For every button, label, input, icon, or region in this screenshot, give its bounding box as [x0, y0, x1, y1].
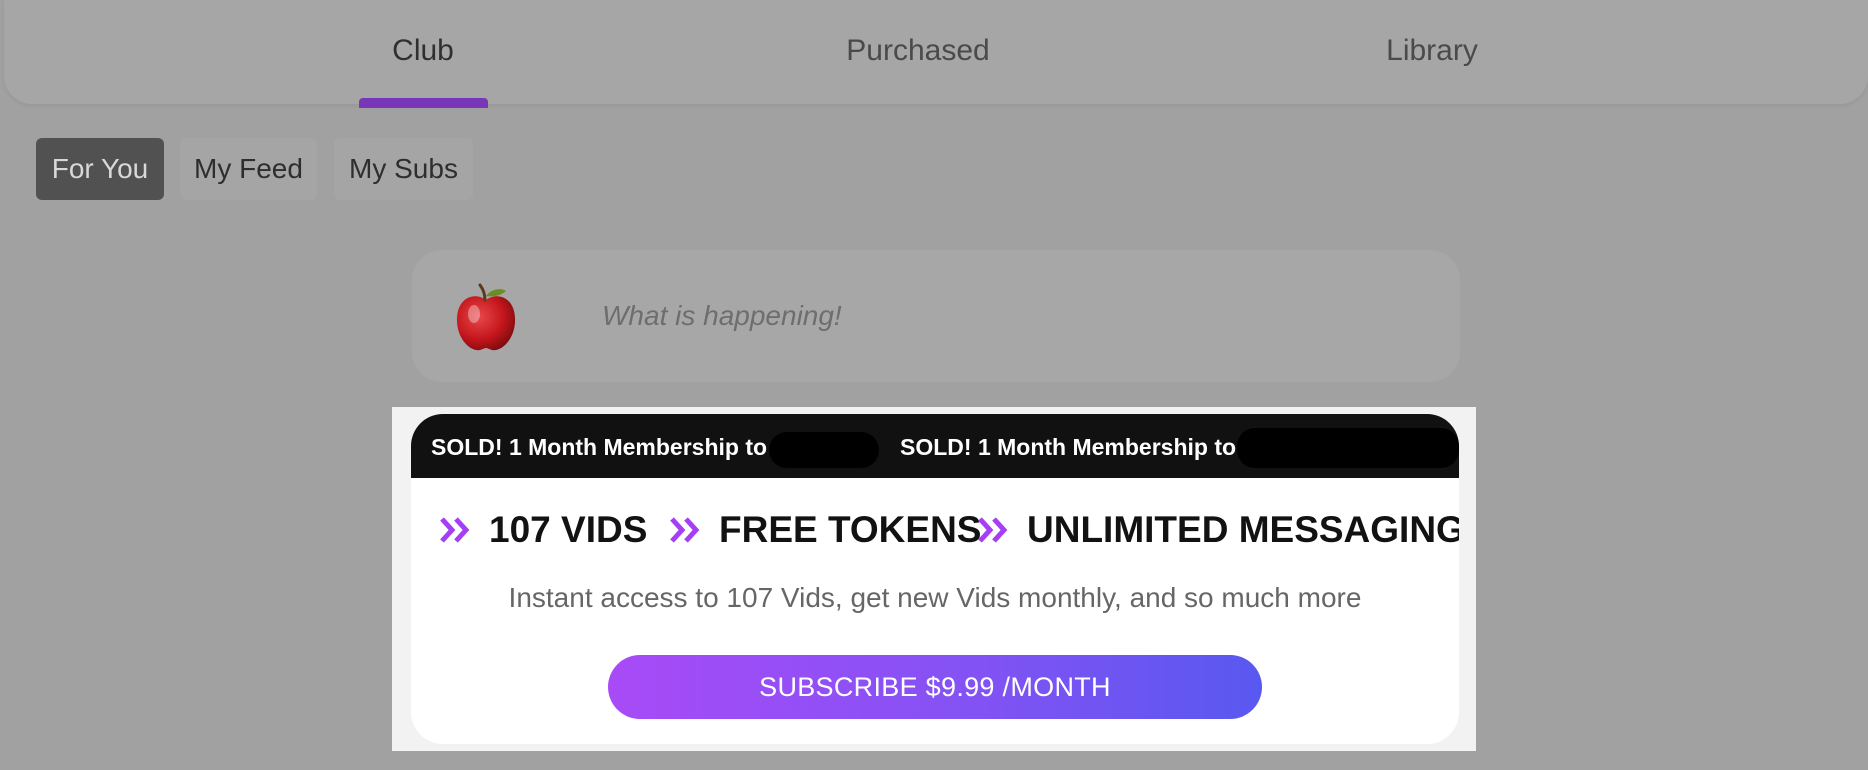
- feature-label: FREE TOKENS: [719, 509, 982, 550]
- subscription-popup: SOLD! 1 Month Membership to SOLD! 1 Mont…: [392, 407, 1476, 751]
- subscribe-button[interactable]: SUBSCRIBE $9.99 /MONTH: [608, 655, 1262, 719]
- feature-messaging: UNLIMITED MESSAGING: [977, 508, 1459, 552]
- top-tab-bar: Club Purchased Library: [4, 0, 1868, 104]
- feature-vids: 107 VIDS: [439, 508, 647, 552]
- ticker-item: SOLD! 1 Month Membership to: [900, 434, 1237, 460]
- promo-description: Instant access to 107 Vids, get new Vids…: [508, 582, 1362, 613]
- feature-label: UNLIMITED MESSAGING: [1027, 509, 1459, 550]
- subscription-card: SOLD! 1 Month Membership to SOLD! 1 Mont…: [411, 414, 1459, 744]
- feature-tokens: FREE TOKENS: [669, 508, 981, 552]
- tab-purchased[interactable]: Purchased: [846, 34, 989, 68]
- filter-for-you[interactable]: For You: [36, 138, 164, 200]
- apple-icon[interactable]: [450, 282, 522, 354]
- redacted-name: [1237, 428, 1459, 468]
- double-chevron-icon: [669, 516, 703, 544]
- post-composer[interactable]: What is happening!: [412, 250, 1460, 382]
- composer-input[interactable]: What is happening!: [602, 300, 842, 332]
- filter-my-feed[interactable]: My Feed: [180, 138, 317, 200]
- filter-my-subs[interactable]: My Subs: [334, 138, 473, 200]
- redacted-name: [769, 432, 879, 468]
- feature-label: 107 VIDS: [489, 509, 648, 550]
- tab-library[interactable]: Library: [1386, 34, 1478, 68]
- ticker-item: SOLD! 1 Month Membership to: [431, 434, 768, 460]
- tab-club[interactable]: Club: [392, 34, 454, 68]
- double-chevron-icon: [439, 516, 473, 544]
- sales-ticker: SOLD! 1 Month Membership to SOLD! 1 Mont…: [411, 414, 1459, 478]
- active-tab-indicator: [359, 98, 488, 108]
- double-chevron-icon: [977, 516, 1011, 544]
